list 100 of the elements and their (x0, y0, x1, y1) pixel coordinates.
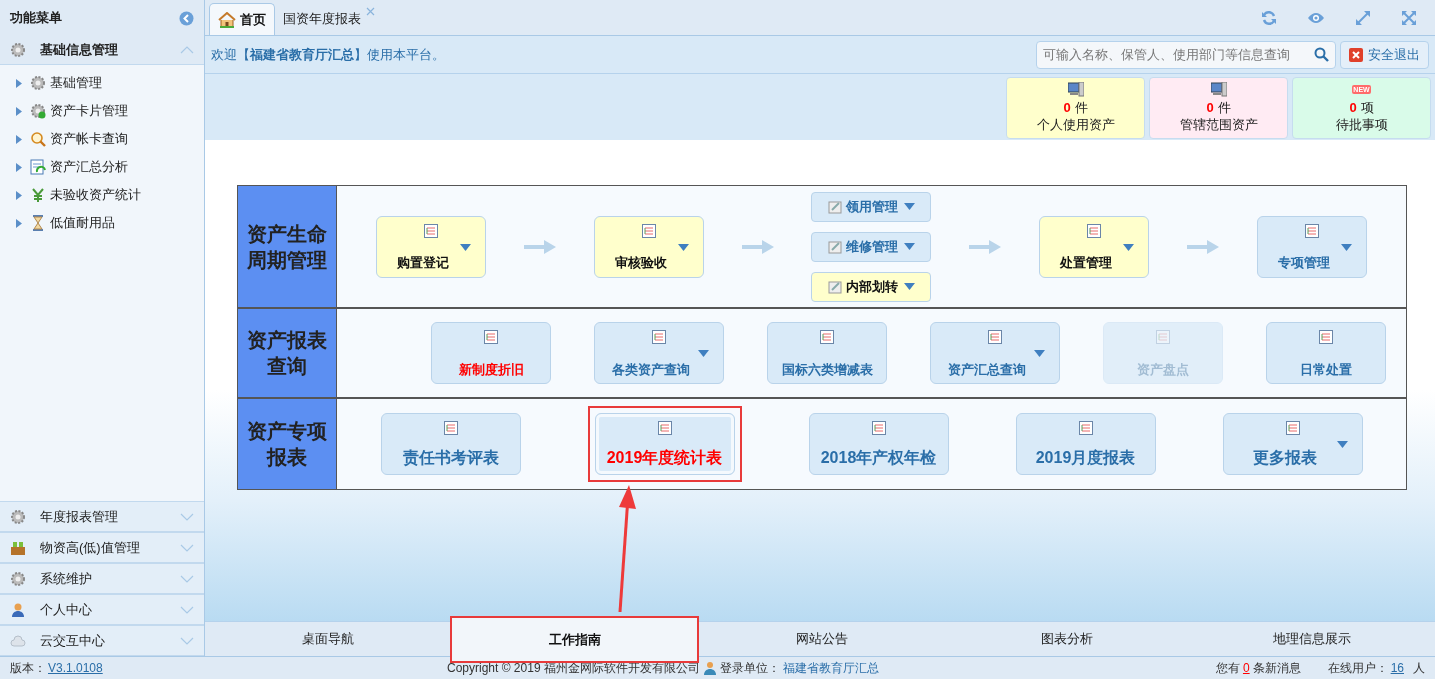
bottom-tab[interactable]: 桌面导航 (205, 622, 451, 656)
menu-item[interactable]: 未验收资产统计 (0, 181, 204, 209)
menu-item[interactable]: 基础管理 (0, 69, 204, 97)
gear-icon (10, 508, 26, 525)
card-label: 更多报表 (1252, 448, 1318, 468)
menu-card[interactable]: 2019月度报表 (1015, 413, 1156, 475)
menu-item[interactable]: 资产汇总分析 (0, 153, 204, 181)
stat-label: 管辖范围资产 (1179, 116, 1258, 133)
document-icon (640, 222, 657, 239)
bottom-tab[interactable]: 地理信息展示 (1189, 622, 1435, 656)
stat-count: 0 (1349, 99, 1357, 116)
chevron-down-icon (180, 512, 194, 521)
document-icon (819, 329, 835, 345)
caret-down-icon (1340, 243, 1352, 251)
bottom-tab[interactable]: 工作指南 (450, 616, 700, 663)
menu-card[interactable]: 各类资产查询 (594, 322, 724, 384)
menu-card[interactable]: 国标六类增减表 (767, 322, 887, 384)
menu-group-header[interactable]: 基础信息管理 (0, 36, 204, 65)
caret-down-icon (904, 243, 916, 250)
menu-group-header[interactable]: 物资高(低)值管理 (0, 532, 204, 563)
login-label: 登录单位： (719, 660, 780, 677)
caret-right-icon (16, 218, 22, 228)
menu-group-header[interactable]: 系统维护 (0, 563, 204, 594)
card-label: 2018年产权年检 (820, 448, 937, 468)
menu-card[interactable]: 专项管理 (1256, 215, 1367, 278)
caret-down-icon (1123, 243, 1135, 251)
expand-icon (1355, 9, 1371, 26)
tab[interactable]: 国资年度报表 (275, 3, 377, 35)
menu-card[interactable]: 资产汇总查询 (930, 322, 1060, 384)
document-icon (870, 420, 887, 436)
stat-card[interactable]: 0 件 管辖范围资产 (1149, 77, 1288, 139)
online-count-link[interactable]: 16 (1390, 659, 1404, 677)
arrow-right-icon (741, 239, 774, 254)
stat-unit: 项 (1360, 99, 1374, 116)
version-link[interactable]: V3.1.0108 (48, 659, 103, 677)
menu-button[interactable]: 维修管理 (811, 231, 932, 262)
search-field[interactable]: 可输入名称、保管人、使用部门等信息查询 (1036, 40, 1336, 69)
arrow-right-icon (523, 239, 556, 254)
menu-item[interactable]: 低值耐用品 (0, 209, 204, 237)
close-icon (366, 7, 375, 16)
home-icon (218, 11, 236, 28)
document-icon (442, 420, 459, 436)
caret-right-icon (16, 134, 22, 144)
document-icon (1303, 222, 1320, 239)
stat-unit: 件 (1074, 99, 1088, 116)
document-icon (1086, 222, 1103, 239)
login-unit-link[interactable]: 福建省教育厅汇总 (782, 659, 879, 677)
computer-icon (1067, 82, 1084, 98)
menu-card[interactable]: 日常处置 (1266, 322, 1386, 384)
caret-right-icon (16, 162, 22, 172)
bottom-tab[interactable]: 图表分析 (944, 622, 1190, 656)
stat-card[interactable]: 0 件 个人使用资产 (1006, 77, 1145, 139)
sidebar-title: 功能菜单 (10, 9, 62, 28)
menu-button[interactable]: 领用管理 (811, 191, 932, 222)
menu-item[interactable]: 资产卡片管理 (0, 97, 204, 125)
menu-card[interactable]: 更多报表 (1222, 413, 1363, 475)
card-label: 日常处置 (1300, 360, 1352, 379)
document-icon (1318, 329, 1334, 345)
tool-icon (827, 278, 844, 295)
menu-card[interactable]: 审核验收 (593, 215, 704, 278)
menu-group-header[interactable]: 年度报表管理 (0, 501, 204, 532)
tool-icon (827, 198, 844, 215)
tool-icon (827, 238, 844, 255)
refresh-icon (1261, 9, 1277, 26)
gear-icon (30, 103, 46, 119)
welcome-message: 欢迎【福建省教育厅汇总】使用本平台。 (211, 45, 445, 64)
caret-right-icon (16, 78, 22, 88)
caret-right-icon (16, 190, 22, 200)
search-icon (30, 131, 46, 147)
caret-down-icon (1336, 441, 1348, 448)
menu-item[interactable]: 资产帐卡查询 (0, 125, 204, 153)
card-label: 新制度折旧 (458, 360, 524, 379)
menu-group-header[interactable]: 云交互中心 (0, 625, 204, 656)
document-icon (651, 329, 667, 345)
sheet-icon (30, 159, 46, 175)
stat-count: 0 (1206, 99, 1214, 116)
logout-button[interactable]: 安全退出 (1340, 40, 1429, 69)
close-icon (1349, 47, 1363, 62)
online-label: 在线用户： (1327, 660, 1388, 677)
gear-icon (10, 42, 26, 58)
card-label: 各类资产查询 (612, 360, 691, 379)
chevron-down-icon (180, 636, 194, 645)
bottom-tab[interactable]: 网站公告 (699, 622, 945, 656)
menu-group-header[interactable]: 个人中心 (0, 594, 204, 625)
menu-card[interactable]: 购置登记 (375, 215, 486, 278)
caret-down-icon (677, 243, 689, 251)
chevron-down-icon (180, 574, 194, 583)
fullscreen-icon (1401, 9, 1417, 26)
section-title: 资产生命周期管理 (246, 221, 328, 273)
menu-card[interactable]: 责任书考评表 (380, 413, 521, 475)
chevron-up-icon (180, 46, 194, 54)
section-title: 资产报表查询 (246, 328, 328, 379)
menu-button[interactable]: 内部划转 (811, 271, 932, 302)
card-label: 责任书考评表 (402, 448, 499, 469)
tab[interactable]: 首页 (209, 3, 275, 35)
menu-card[interactable]: 处置管理 (1039, 215, 1150, 278)
version-label: 版本： (10, 660, 46, 677)
stat-unit: 件 (1217, 99, 1231, 116)
menu-card[interactable]: 2018年产权年检 (808, 413, 949, 475)
user-icon (702, 661, 717, 675)
